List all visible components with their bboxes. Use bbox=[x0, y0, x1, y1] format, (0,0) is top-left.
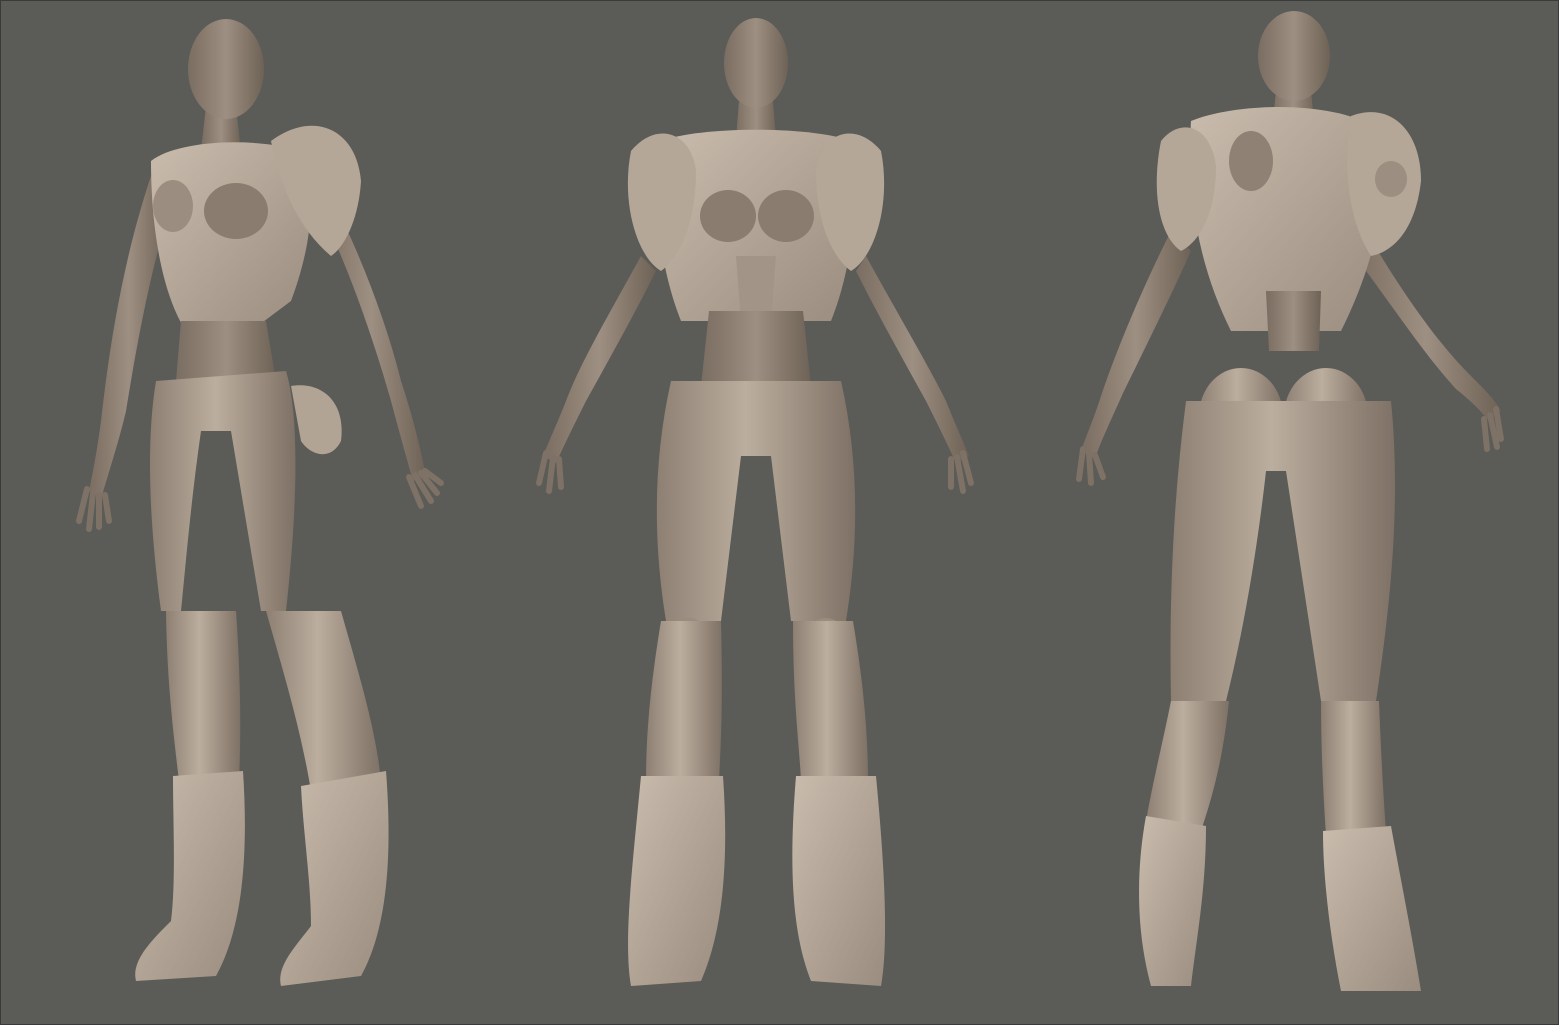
three-quarter-front-view bbox=[76, 19, 444, 986]
sculpt-viewport[interactable] bbox=[0, 0, 1559, 1025]
front-view bbox=[536, 18, 974, 986]
render-canvas bbox=[76, 11, 1504, 991]
back-view bbox=[1076, 11, 1504, 991]
